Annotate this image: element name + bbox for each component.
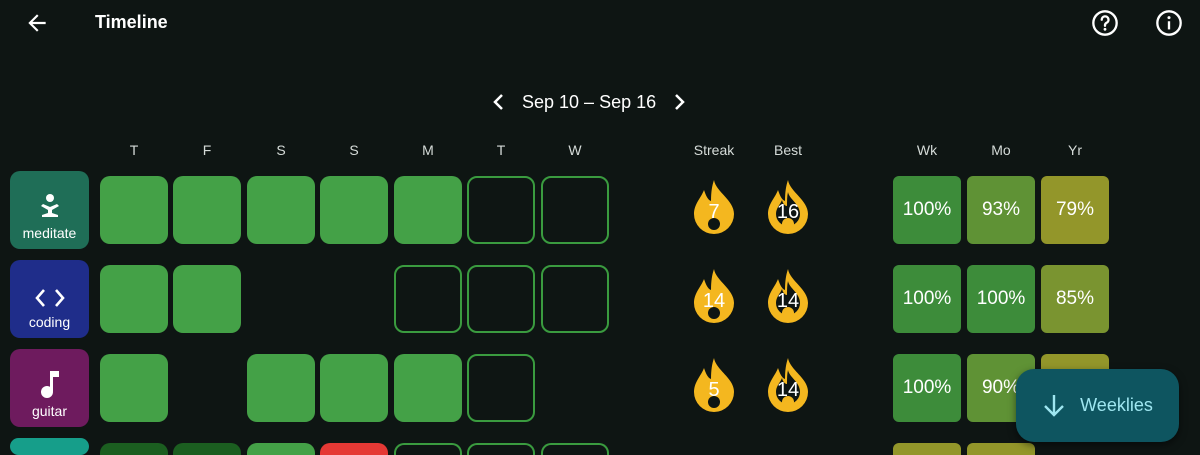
meditation-icon (40, 194, 59, 217)
streak-value: 7 (708, 201, 719, 223)
streak-header: Streak (693, 142, 735, 158)
day-header: M (422, 142, 434, 158)
month-pct (967, 443, 1035, 455)
weeklies-label: Weeklies (1080, 395, 1153, 415)
best-flame-icon: 14 (768, 358, 808, 412)
month-pct: 93% (967, 176, 1035, 244)
day-cell[interactable] (320, 176, 388, 244)
page-title: Timeline (95, 12, 168, 32)
day-cell[interactable] (173, 265, 241, 333)
arrow-back-icon (28, 14, 46, 32)
day-cell[interactable] (541, 443, 609, 455)
day-header: S (276, 142, 286, 158)
week-pct: 100% (893, 354, 961, 422)
day-header: S (349, 142, 359, 158)
streak-flame-icon: 5 (694, 358, 734, 412)
year-pct: 79% (1041, 176, 1109, 244)
day-cell[interactable] (541, 176, 609, 244)
help-button[interactable] (1087, 5, 1123, 41)
day-cell[interactable] (320, 443, 388, 455)
help-icon (1092, 10, 1118, 36)
week-pct-header: Wk (916, 142, 938, 158)
week-pct: 100% (893, 265, 961, 333)
week-pct (893, 443, 961, 455)
day-cell[interactable] (100, 443, 168, 455)
week-navigator: Sep 10 – Sep 16 (490, 90, 688, 114)
day-cell[interactable] (100, 265, 168, 333)
day-cell[interactable] (467, 443, 535, 455)
best-value: 16 (777, 201, 799, 223)
day-cell[interactable] (467, 265, 535, 333)
habit-label: guitar (31, 403, 68, 419)
week-range-label: Sep 10 – Sep 16 (522, 91, 657, 112)
back-button[interactable] (19, 5, 55, 41)
habit-label: coding (28, 314, 71, 330)
best-flame-icon: 16 (768, 180, 808, 234)
day-cell[interactable] (467, 354, 535, 422)
best-value: 14 (777, 379, 799, 401)
best-header: Best (773, 142, 802, 158)
info-icon (1156, 10, 1182, 36)
weeklies-button[interactable]: Weeklies (1016, 369, 1179, 442)
habit-coding[interactable]: coding (10, 260, 89, 338)
day-cell[interactable] (394, 354, 462, 422)
streak-flame-icon: 14 (694, 269, 734, 323)
habit-guitar[interactable]: guitar (10, 349, 89, 427)
day-cell[interactable] (247, 176, 315, 244)
year-pct-header: Yr (1068, 142, 1082, 158)
best-value: 14 (777, 290, 799, 312)
day-cell[interactable] (100, 176, 168, 244)
day-cell[interactable] (394, 176, 462, 244)
day-cell[interactable] (247, 443, 315, 455)
info-button[interactable] (1151, 5, 1187, 41)
streak-value: 14 (703, 290, 725, 312)
habit-label: meditate (22, 225, 77, 241)
streak-value: 5 (708, 379, 719, 401)
day-cell[interactable] (467, 176, 535, 244)
prev-week-button[interactable] (490, 90, 508, 114)
streak-flame-icon: 7 (694, 180, 734, 234)
habit-meditate[interactable]: meditate (10, 171, 89, 249)
music-note-icon (40, 371, 59, 398)
day-cell[interactable] (100, 354, 168, 422)
habit-partial[interactable] (10, 438, 89, 455)
code-icon (34, 289, 65, 307)
day-cell[interactable] (394, 443, 462, 455)
day-cell[interactable] (173, 176, 241, 244)
arrow-down-icon (1044, 394, 1064, 417)
year-pct: 85% (1041, 265, 1109, 333)
chevron-right-icon (675, 94, 685, 110)
best-flame-icon: 14 (768, 269, 808, 323)
day-cell[interactable] (173, 443, 241, 455)
month-pct-header: Mo (991, 142, 1011, 158)
day-cell[interactable] (394, 265, 462, 333)
chevron-left-icon (493, 94, 503, 110)
day-cell[interactable] (320, 354, 388, 422)
next-week-button[interactable] (670, 90, 688, 114)
day-cell[interactable] (541, 265, 609, 333)
month-pct: 100% (967, 265, 1035, 333)
day-header: W (568, 142, 582, 158)
day-header: T (129, 142, 139, 158)
day-cell[interactable] (247, 354, 315, 422)
week-pct: 100% (893, 176, 961, 244)
day-header: T (496, 142, 506, 158)
day-header: F (202, 142, 212, 158)
